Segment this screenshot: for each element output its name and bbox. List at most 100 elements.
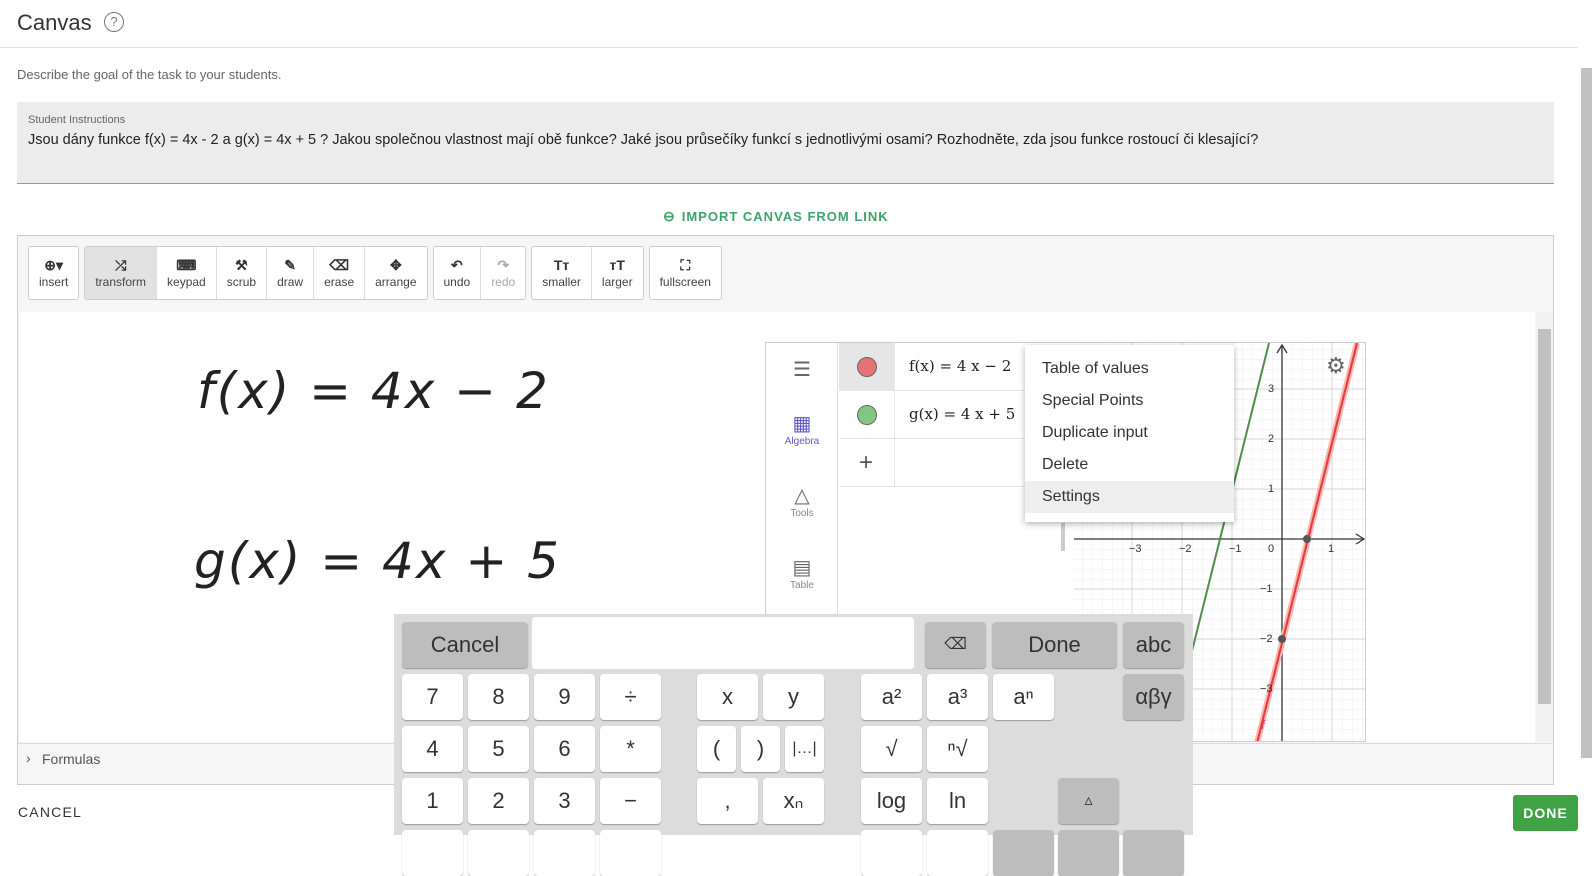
canvas-scroll-thumb[interactable]	[1538, 329, 1551, 704]
key-abs[interactable]: |…|	[785, 726, 824, 772]
key-row5-d[interactable]	[600, 830, 661, 876]
key-7[interactable]: 7	[402, 674, 463, 720]
key-6[interactable]: 6	[534, 726, 595, 772]
redo-icon: ↷	[497, 257, 510, 273]
visibility-toggle-f[interactable]	[857, 357, 877, 377]
eraser-icon: ⌫	[329, 257, 349, 273]
menu-item-table-of-values[interactable]: Table of values	[1025, 353, 1234, 385]
formulas-label: Formulas	[42, 751, 101, 767]
keyboard-greek-button[interactable]: αβγ	[1123, 674, 1184, 720]
insert-button[interactable]: ⊕▾ insert	[29, 247, 78, 299]
keyboard-done-button[interactable]: Done	[992, 622, 1117, 668]
key-8[interactable]: 8	[468, 674, 529, 720]
key-row5-c[interactable]	[534, 830, 595, 876]
redo-button[interactable]: ↷ redo	[481, 247, 525, 299]
key-2[interactable]: 2	[468, 778, 529, 824]
key-row5-h[interactable]	[1058, 830, 1119, 876]
handwritten-formula-f[interactable]: f(x) = 4x − 2	[197, 362, 550, 420]
page-scroll-thumb[interactable]	[1581, 68, 1592, 758]
key-row5-b[interactable]	[468, 830, 529, 876]
visibility-toggle-g[interactable]	[857, 405, 877, 425]
instructions-label: Student Instructions	[28, 114, 126, 126]
arrow-up-icon[interactable]: ▵	[1058, 778, 1119, 824]
smaller-button[interactable]: Tт smaller	[532, 247, 592, 299]
keypad-button[interactable]: ⌨ keypad	[157, 247, 217, 299]
move-icon: ✥	[389, 257, 402, 273]
key-5[interactable]: 5	[468, 726, 529, 772]
handwritten-formula-g[interactable]: g(x) = 4x + 5	[194, 532, 561, 590]
key-3[interactable]: 3	[534, 778, 595, 824]
task-description: Describe the goal of the task to your st…	[17, 67, 282, 82]
key-power[interactable]: aⁿ	[993, 674, 1054, 720]
table-icon: ▤	[792, 557, 812, 579]
keyboard-abc-button[interactable]: abc	[1123, 622, 1184, 668]
draw-button[interactable]: ✎ draw	[267, 247, 315, 299]
student-instructions-field[interactable]: Student Instructions Jsou dány funkce f(…	[17, 102, 1554, 184]
help-icon[interactable]: ?	[104, 12, 124, 32]
undo-button[interactable]: ↶ undo	[434, 247, 482, 299]
arrange-button[interactable]: ✥ arrange	[365, 247, 426, 299]
key-y[interactable]: y	[763, 674, 824, 720]
pencil-icon: ✎	[284, 257, 296, 273]
key-row5-f[interactable]	[927, 830, 988, 876]
key-sqrt[interactable]: √	[861, 726, 922, 772]
algebra-scroll-thumb[interactable]	[1061, 523, 1065, 551]
key-close-paren[interactable]: )	[741, 726, 780, 772]
menu-item-delete[interactable]: Delete	[1025, 449, 1234, 481]
add-input-icon[interactable]: +	[859, 449, 873, 477]
key-cubed[interactable]: a³	[927, 674, 988, 720]
context-menu: Table of values Special Points Duplicate…	[1025, 345, 1234, 522]
key-ln[interactable]: ln	[927, 778, 988, 824]
key-subscript[interactable]: xₙ	[763, 778, 824, 824]
key-row5-i[interactable]	[1123, 830, 1184, 876]
menu-item-duplicate-input[interactable]: Duplicate input	[1025, 417, 1234, 449]
erase-button[interactable]: ⌫ erase	[314, 247, 366, 299]
key-divide[interactable]: ÷	[600, 674, 661, 720]
menu-item-settings[interactable]: Settings	[1025, 481, 1234, 513]
fullscreen-icon: ⛶	[680, 257, 691, 273]
key-row5-a[interactable]	[402, 830, 463, 876]
x-tick-neg3: −3	[1129, 543, 1142, 555]
y-tick-3: 3	[1268, 383, 1275, 395]
tools-tab[interactable]: △ Tools	[766, 483, 838, 519]
gear-icon[interactable]: ⚙	[1326, 353, 1346, 379]
table-tab[interactable]: ▤ Table	[766, 555, 838, 591]
key-squared[interactable]: a²	[861, 674, 922, 720]
keyboard-input-field[interactable]	[532, 617, 914, 669]
key-9[interactable]: 9	[534, 674, 595, 720]
y-tick-neg3: −3	[1260, 683, 1273, 695]
key-x[interactable]: x	[697, 674, 758, 720]
instructions-text[interactable]: Jsou dány funkce f(x) = 4x - 2 a g(x) = …	[28, 132, 1258, 148]
import-canvas-link[interactable]: ⊖ IMPORT CANVAS FROM LINK	[663, 208, 889, 225]
canvas-toolbar: ⊕▾ insert ⤮ transform ⌨ keypad ⚒ scrub ✎ draw…	[28, 246, 727, 300]
key-log[interactable]: log	[861, 778, 922, 824]
canvas-scrollbar[interactable]	[1536, 312, 1553, 742]
larger-button[interactable]: тT larger	[592, 247, 643, 299]
menu-item-special-points[interactable]: Special Points	[1025, 385, 1234, 417]
menu-button[interactable]: ☰	[766, 357, 838, 382]
fullscreen-button[interactable]: ⛶ fullscreen	[650, 247, 721, 299]
done-button[interactable]: DONE	[1513, 795, 1578, 831]
key-nth-root[interactable]: ⁿ√	[927, 726, 988, 772]
algebra-tab[interactable]: ▦ Algebra	[766, 411, 838, 447]
backspace-icon[interactable]: ⌫	[925, 622, 986, 668]
key-1[interactable]: 1	[402, 778, 463, 824]
key-4[interactable]: 4	[402, 726, 463, 772]
expression-f[interactable]: f(x) = 4 x − 2	[909, 357, 1011, 375]
text-larger-icon: тT	[609, 257, 625, 273]
key-minus[interactable]: −	[600, 778, 661, 824]
key-row5-g[interactable]	[993, 830, 1054, 876]
key-open-paren[interactable]: (	[697, 726, 736, 772]
keyboard-cancel-button[interactable]: Cancel	[402, 622, 528, 668]
cancel-button[interactable]: CANCEL	[18, 804, 82, 820]
key-comma[interactable]: ,	[697, 778, 758, 824]
curve-label-f: f	[1261, 718, 1265, 732]
expression-g[interactable]: g(x) = 4 x + 5	[909, 405, 1015, 423]
key-row5-e[interactable]	[861, 830, 922, 876]
page-scrollbar[interactable]	[1578, 48, 1595, 788]
import-label: IMPORT CANVAS FROM LINK	[681, 209, 889, 224]
header: Canvas ?	[0, 0, 1578, 48]
scrub-button[interactable]: ⚒ scrub	[217, 247, 268, 299]
transform-button[interactable]: ⤮ transform	[85, 247, 158, 299]
key-multiply[interactable]: *	[600, 726, 661, 772]
